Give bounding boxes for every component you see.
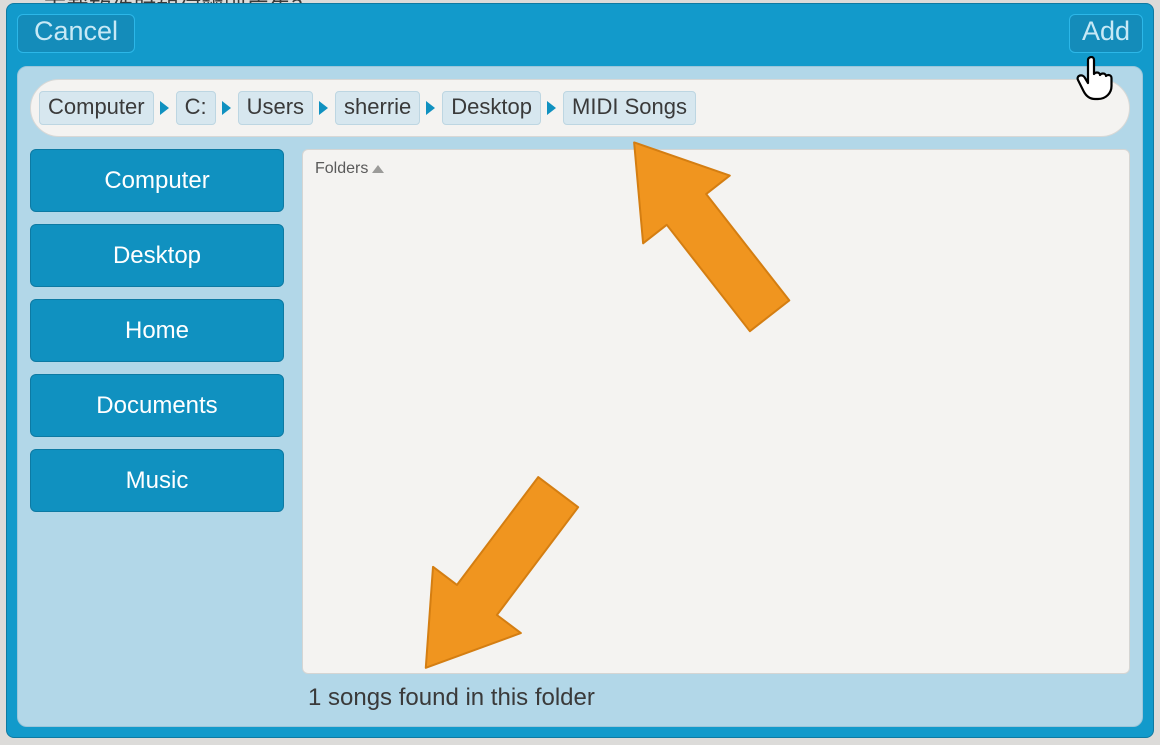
sidebar-item-computer[interactable]: Computer — [30, 149, 284, 212]
add-button[interactable]: Add — [1069, 14, 1143, 53]
content-column: Folders 1 songs found in this folder — [302, 149, 1130, 712]
sidebar-item-documents[interactable]: Documents — [30, 374, 284, 437]
chevron-right-icon — [424, 100, 438, 116]
chevron-right-icon — [545, 100, 559, 116]
breadcrumb-item[interactable]: sherrie — [335, 91, 420, 125]
breadcrumb-item[interactable]: MIDI Songs — [563, 91, 696, 125]
dialog-header: Cancel Add — [17, 14, 1143, 66]
sidebar-item-desktop[interactable]: Desktop — [30, 224, 284, 287]
cancel-button[interactable]: Cancel — [17, 14, 135, 53]
folder-list-panel[interactable]: Folders — [302, 149, 1130, 674]
status-text: 1 songs found in this folder — [308, 684, 1130, 712]
sidebar-item-music[interactable]: Music — [30, 449, 284, 512]
breadcrumb-item[interactable]: Computer — [39, 91, 154, 125]
column-header-folders[interactable]: Folders — [315, 160, 384, 178]
column-header-label: Folders — [315, 160, 368, 178]
breadcrumb-item[interactable]: Desktop — [442, 91, 541, 125]
breadcrumb-item[interactable]: C: — [176, 91, 216, 125]
file-browser-dialog: Cancel Add Computer C: Users sherrie Des… — [6, 3, 1154, 738]
chevron-right-icon — [158, 100, 172, 116]
sidebar: Computer Desktop Home Documents Music — [30, 149, 284, 712]
dialog-body: Computer C: Users sherrie Desktop MIDI S… — [17, 66, 1143, 727]
sort-ascending-icon — [372, 165, 384, 173]
chevron-right-icon — [317, 100, 331, 116]
sidebar-item-home[interactable]: Home — [30, 299, 284, 362]
dialog-lower: Computer Desktop Home Documents Music Fo… — [30, 149, 1130, 712]
breadcrumb-item[interactable]: Users — [238, 91, 313, 125]
breadcrumb: Computer C: Users sherrie Desktop MIDI S… — [30, 79, 1130, 137]
chevron-right-icon — [220, 100, 234, 116]
